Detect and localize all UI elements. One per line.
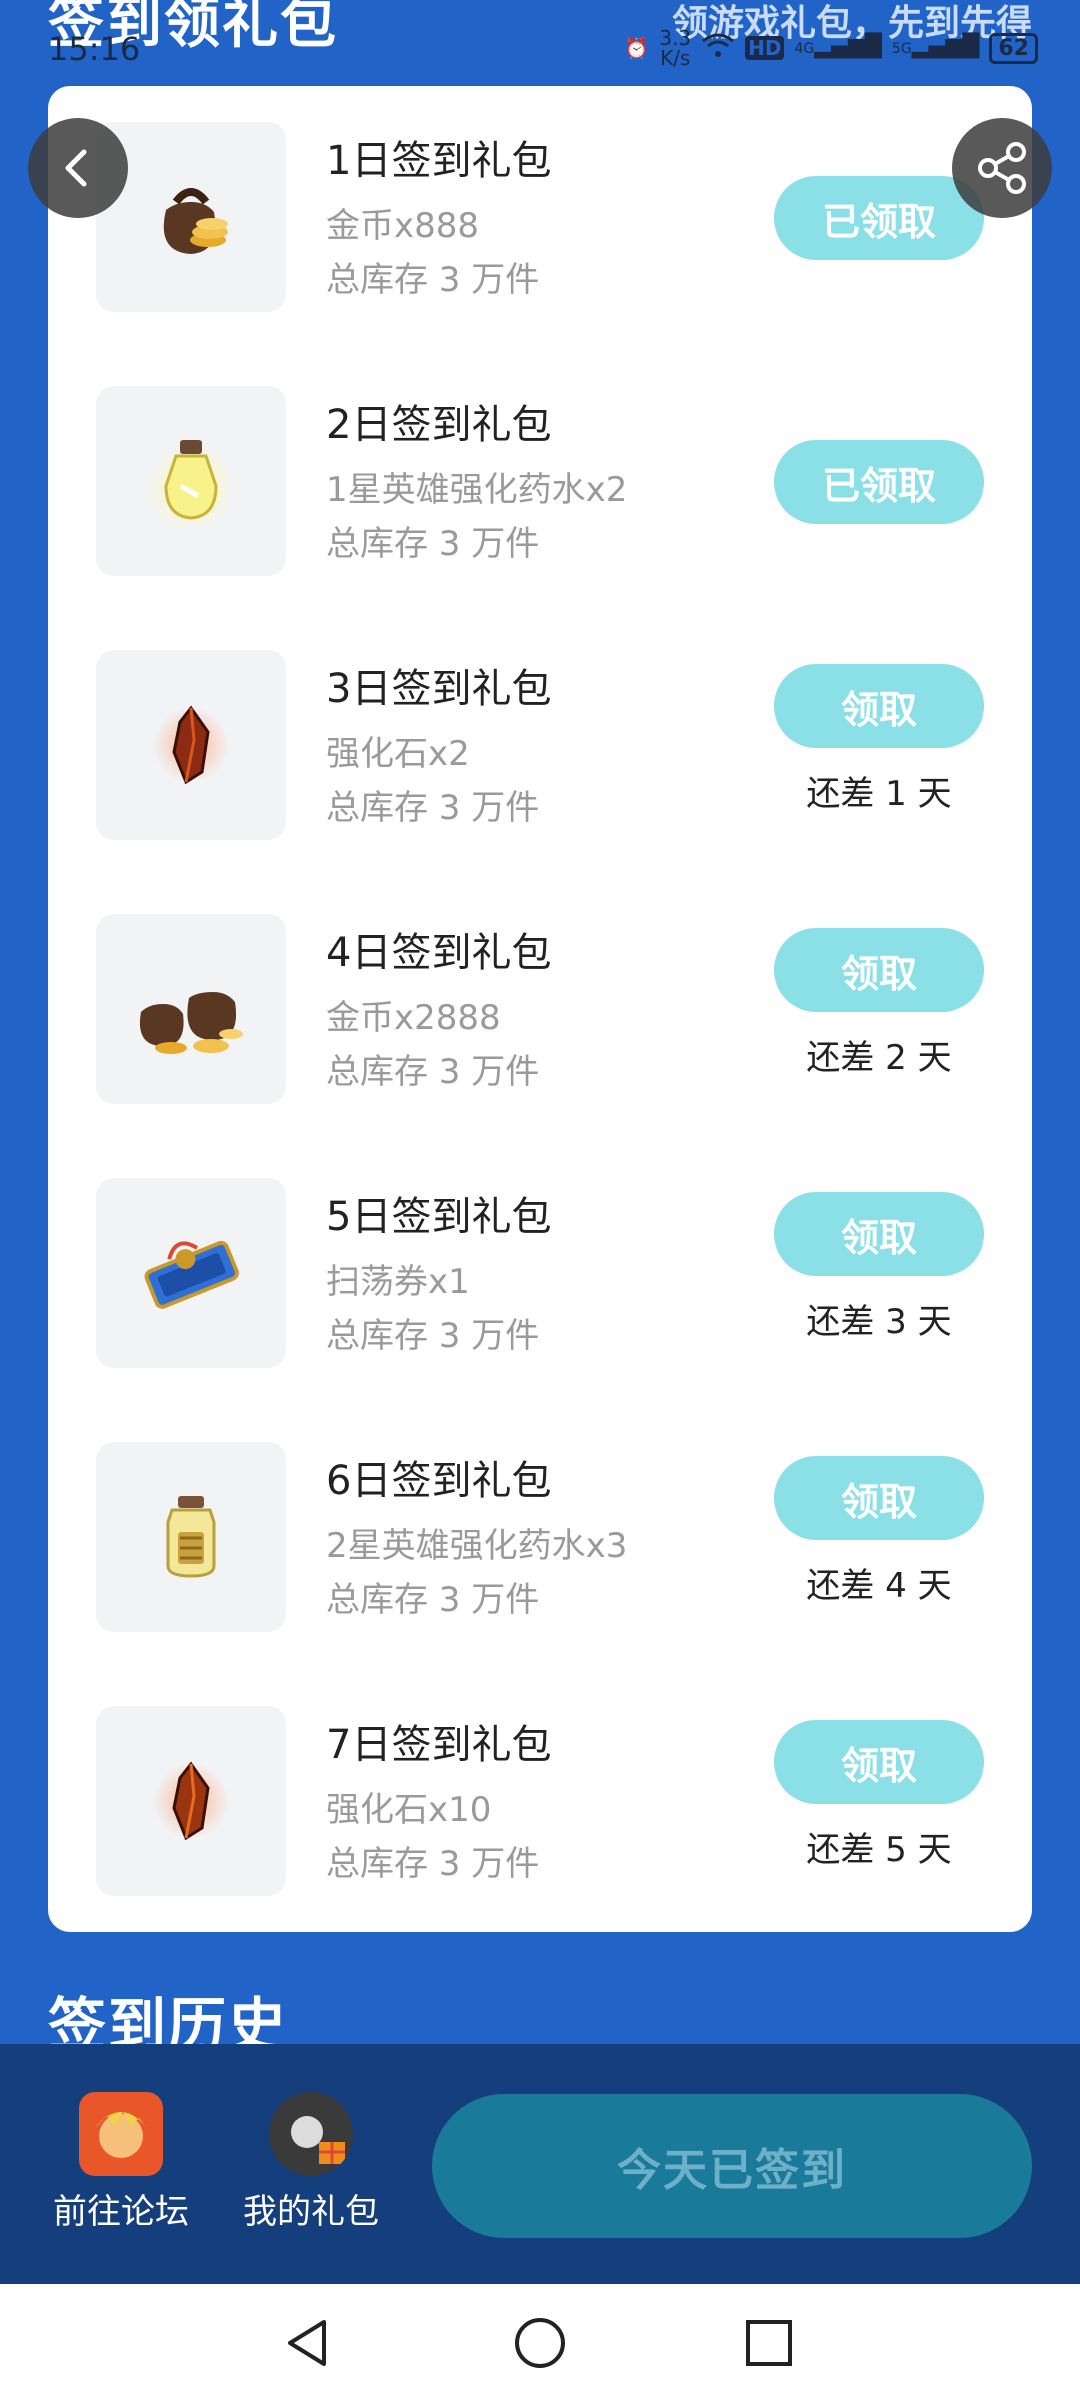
nav-back-button[interactable] [272, 2308, 342, 2378]
hd-badge: HD [745, 36, 785, 60]
gift-thumbnail [96, 650, 286, 840]
gift-title: 1日签到礼包 [326, 138, 552, 184]
gift-description: 2星英雄强化药水x3 [326, 1526, 628, 1566]
status-time: 15:16 [48, 30, 141, 68]
nav-home-button[interactable] [505, 2308, 575, 2378]
gift-row-day2: 2日签到礼包 1星英雄强化药水x2 总库存 3 万件 已领取 [48, 350, 1032, 614]
gift-thumbnail [96, 1178, 286, 1368]
alarm-icon: ⏰ [624, 36, 650, 60]
ticket-icon [144, 1240, 239, 1309]
forum-shortcut[interactable]: 前往论坛 [46, 2092, 196, 2233]
back-button[interactable] [28, 118, 128, 218]
claim-button[interactable]: 领取 [774, 1456, 984, 1540]
gift-row-day5: 5日签到礼包 扫荡券x1 总库存 3 万件 领取 还差 3 天 [48, 1142, 1032, 1406]
gift-row-day6: 6日签到礼包 2星英雄强化药水x3 总库存 3 万件 领取 还差 4 天 [48, 1406, 1032, 1670]
gift-description: 扫荡券x1 [326, 1262, 470, 1302]
gift-row-day4: 4日签到礼包 金币x2888 总库存 3 万件 领取 还差 2 天 [48, 878, 1032, 1142]
claim-button[interactable]: 领取 [774, 928, 984, 1012]
gift-list-card: 1日签到礼包 金币x888 总库存 3 万件 已领取 2日签到礼包 1星英雄强化… [48, 86, 1032, 1932]
my-gifts-label: 我的礼包 [243, 2192, 379, 2232]
gift-description: 1星英雄强化药水x2 [326, 470, 628, 510]
nav-recents-button[interactable] [734, 2308, 804, 2378]
net-speed: 3.3 K/s [659, 26, 692, 70]
share-icon [978, 142, 1026, 194]
days-remaining: 还差 2 天 [806, 1038, 952, 1078]
share-button[interactable] [952, 118, 1052, 218]
signal-4g-icon: 4G▂▄▆█ [794, 34, 882, 59]
days-remaining: 还差 4 天 [806, 1566, 952, 1606]
battery-indicator: 62 [989, 32, 1038, 64]
gift-stock: 总库存 3 万件 [326, 1844, 540, 1884]
wifi-icon [701, 33, 735, 64]
game-forum-icon [79, 2092, 163, 2176]
coin-bag-icon [163, 188, 228, 254]
gift-thumbnail [96, 914, 286, 1104]
chevron-left-icon [65, 149, 87, 187]
top-bar: 签到领礼包 领游戏礼包，先到先得 15:16 ⏰ 3.3 K/s HD 4G▂▄… [0, 0, 1080, 80]
gift-stock: 总库存 3 万件 [326, 1052, 540, 1092]
gift-stock: 总库存 3 万件 [326, 1316, 540, 1356]
gift-row-day3: 3日签到礼包 强化石x2 总库存 3 万件 领取 还差 1 天 [48, 614, 1032, 878]
gift-description: 金币x2888 [326, 998, 501, 1038]
gift-title: 4日签到礼包 [326, 930, 552, 976]
claimed-button[interactable]: 已领取 [774, 176, 984, 260]
claim-button[interactable]: 领取 [774, 1192, 984, 1276]
gift-row-day7: 7日签到礼包 强化石x10 总库存 3 万件 领取 还差 5 天 [48, 1670, 1032, 1934]
status-icons: ⏰ 3.3 K/s HD 4G▂▄▆█ 5G▂▄▆█ 62 [624, 28, 1038, 68]
triangle-back-icon [288, 2320, 326, 2366]
days-remaining: 还差 3 天 [806, 1302, 952, 1342]
gift-title: 6日签到礼包 [326, 1458, 552, 1504]
gift-stock: 总库存 3 万件 [326, 788, 540, 828]
jar-potion-icon [166, 1496, 216, 1578]
gift-thumbnail [96, 386, 286, 576]
enhance-stone-icon [153, 705, 229, 785]
my-gifts-shortcut[interactable]: 我的礼包 [236, 2092, 386, 2233]
circle-home-icon [515, 2318, 565, 2368]
gift-title: 2日签到礼包 [326, 402, 552, 448]
square-recents-icon [746, 2320, 792, 2366]
days-remaining: 还差 1 天 [806, 774, 952, 814]
gift-row-day1: 1日签到礼包 金币x888 总库存 3 万件 已领取 [48, 86, 1032, 350]
forum-label: 前往论坛 [53, 2192, 189, 2232]
my-gifts-avatar-icon [269, 2092, 353, 2176]
gift-thumbnail [96, 1442, 286, 1632]
gift-description: 强化石x2 [326, 734, 470, 774]
gift-stock: 总库存 3 万件 [326, 260, 540, 300]
gift-title: 7日签到礼包 [326, 1722, 552, 1768]
enhance-stone-icon [153, 1761, 229, 1841]
gift-stock: 总库存 3 万件 [326, 524, 540, 564]
gift-thumbnail [96, 1706, 286, 1896]
signal-5g-icon: 5G▂▄▆█ [891, 34, 980, 59]
gift-title: 3日签到礼包 [326, 666, 552, 712]
claim-button[interactable]: 领取 [774, 664, 984, 748]
gift-stock: 总库存 3 万件 [326, 1580, 540, 1620]
claim-button[interactable]: 领取 [774, 1720, 984, 1804]
gift-title: 5日签到礼包 [326, 1194, 552, 1240]
checked-in-button[interactable]: 今天已签到 [432, 2094, 1032, 2238]
gift-description: 金币x888 [326, 206, 480, 246]
gift-description: 强化石x10 [326, 1790, 492, 1830]
potion-icon [147, 440, 235, 532]
system-nav-bar [0, 2284, 1080, 2400]
days-remaining: 还差 5 天 [806, 1830, 952, 1870]
coin-bags-icon [139, 992, 243, 1054]
claimed-button[interactable]: 已领取 [774, 440, 984, 524]
bottom-action-bar: 前往论坛 我的礼包 今天已签到 [0, 2044, 1080, 2284]
